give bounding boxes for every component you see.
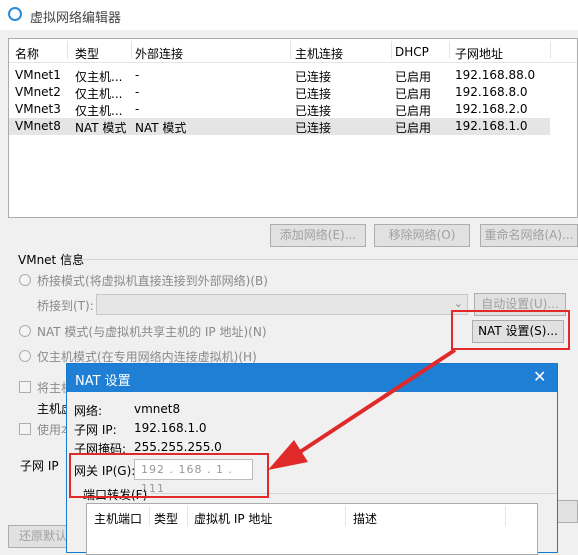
subnet-ip-label: 子网 IP: [74,423,117,437]
subnet-mask-value: 255.255.255.0 [134,440,222,454]
close-icon[interactable]: ✕ [533,367,546,386]
dialog-title: NAT 设置 [75,374,131,389]
cell-subnet: 192.168.88.0 [455,68,536,82]
cell-host: 已连接 [295,104,332,118]
cell-host: 已连接 [295,70,332,84]
cell-type: 仅主机... [75,87,123,101]
cell-subnet: 192.168.2.0 [455,102,528,116]
nat-mode-radio[interactable] [19,325,31,337]
globe-icon [8,7,22,21]
column-header[interactable]: 主机连接 [295,45,343,62]
bridge-to-label: 桥接到(T): [37,299,94,313]
cell-type: NAT 模式 [75,121,127,135]
dialog-title-bar: NAT 设置 ✕ [67,364,557,392]
port-forwarding-table[interactable]: 主机端口 类型 虚拟机 IP 地址 描述 [86,503,538,555]
window-title: 虚拟网络编辑器 [30,11,122,26]
highlight-box [69,453,269,498]
cell-dhcp: 已启用 [395,87,432,101]
cell-host: 已连接 [295,121,332,135]
connect-host-adapter-checkbox[interactable] [19,381,31,393]
column-header[interactable]: DHCP [395,45,429,59]
cell-dhcp: 已启用 [395,70,432,84]
network-table[interactable]: 名称 类型 外部连接 主机连接 DHCP 子网地址 VMnet1 仅主机... … [8,38,578,218]
column-header[interactable]: 类型 [154,510,178,527]
bridge-mode-label: 桥接模式(将虚拟机直接连接到外部网络)(B) [37,274,268,288]
cell-name: VMnet1 [15,68,61,82]
cell-name: VMnet2 [15,85,61,99]
bridge-mode-radio[interactable] [19,274,31,286]
cell-external: - [135,102,140,116]
bridge-to-select[interactable]: ⌄ [96,294,468,315]
nat-mode-label: NAT 模式(与虚拟机共享主机的 IP 地址)(N) [37,325,267,339]
host-only-radio[interactable] [19,350,31,362]
network-value: vmnet8 [134,402,181,416]
cell-name: VMnet3 [15,102,61,116]
column-header[interactable]: 子网地址 [455,45,503,62]
network-label: 网络: [74,404,103,418]
cell-external: NAT 模式 [135,121,187,135]
cell-type: 仅主机... [75,104,123,118]
column-header[interactable]: 主机端口 [94,510,142,527]
table-header: 名称 类型 外部连接 主机连接 DHCP 子网地址 [9,41,577,63]
cell-subnet: 192.168.8.0 [455,85,528,99]
right-edge-button[interactable] [556,500,578,523]
remove-network-button[interactable]: 移除网络(O) [374,224,470,247]
table-row[interactable]: VMnet3 仅主机... - 已连接 已启用 192.168.2.0 [9,101,550,118]
nat-settings-dialog: NAT 设置 ✕ 网络: vmnet8 子网 IP: 192.168.1.0 子… [66,363,558,555]
subnet-ip-value: 192.168.1.0 [134,421,207,435]
column-header[interactable]: 名称 [15,45,39,62]
use-dhcp-checkbox[interactable] [19,423,31,435]
column-header[interactable]: 外部连接 [135,45,183,62]
vmnet-info-label: VMnet 信息 [18,253,85,267]
table-row[interactable]: VMnet2 仅主机... - 已连接 已启用 192.168.8.0 [9,84,550,101]
cell-subnet: 192.168.1.0 [455,119,528,133]
subnet-ip-label: 子网 IP [20,459,59,473]
cell-type: 仅主机... [75,70,123,84]
column-header[interactable]: 描述 [353,510,377,527]
add-network-button[interactable]: 添加网络(E)... [270,224,366,247]
group-divider [80,259,578,260]
table-row-selected[interactable]: VMnet8 NAT 模式 NAT 模式 已连接 已启用 192.168.1.0 [9,118,550,135]
title-bar: 虚拟网络编辑器 [0,0,578,30]
cell-name: VMnet8 [15,119,61,133]
cell-host: 已连接 [295,87,332,101]
cell-dhcp: 已启用 [395,104,432,118]
cell-external: - [135,85,140,99]
highlight-box [451,310,570,350]
table-row[interactable]: VMnet1 仅主机... - 已连接 已启用 192.168.88.0 [9,67,550,84]
cell-dhcp: 已启用 [395,121,432,135]
cell-external: - [135,68,140,82]
column-header[interactable]: 类型 [75,45,99,62]
column-header[interactable]: 虚拟机 IP 地址 [194,510,272,527]
chevron-down-icon: ⌄ [453,297,463,310]
rename-network-button[interactable]: 重命名网络(A)... [480,224,578,247]
